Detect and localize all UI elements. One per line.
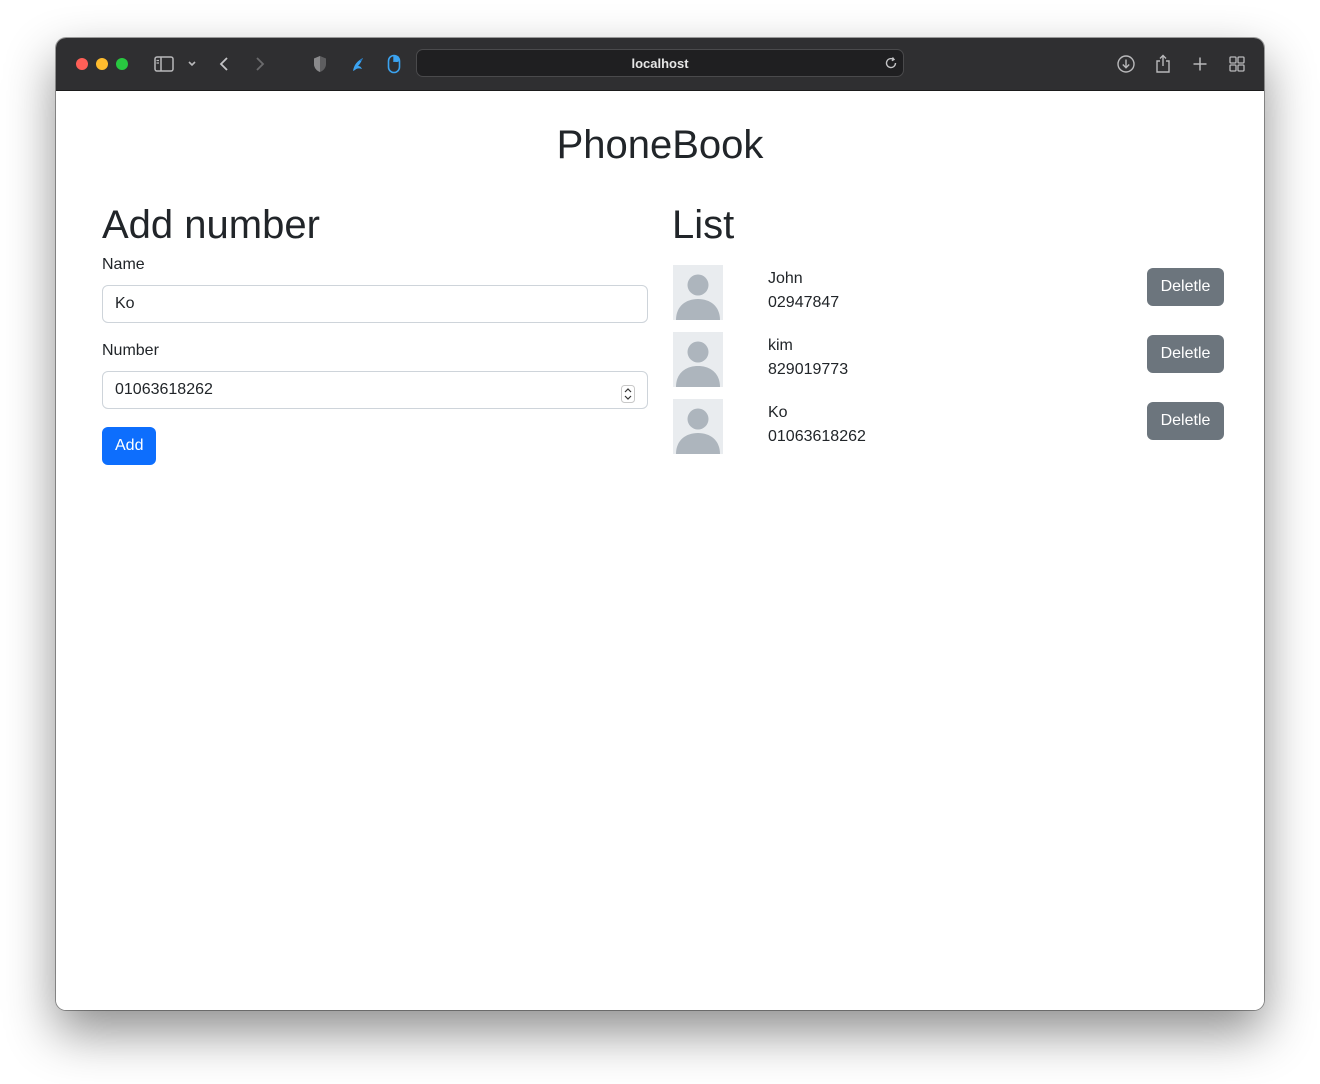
tab-overview-icon[interactable] (1225, 52, 1249, 76)
contact-name: John (768, 270, 803, 287)
chevron-down-icon[interactable] (180, 52, 204, 76)
name-input-value: Ko (115, 295, 135, 312)
bird-extension-icon[interactable] (346, 52, 370, 76)
contact-info: kim 829019773 (768, 334, 848, 382)
delete-button[interactable]: Deletle (1147, 268, 1224, 306)
page-content: PhoneBook Add number Name Ko Number 0106… (56, 91, 1264, 1010)
list-heading: List (672, 203, 735, 247)
add-number-form: Add number Name Ko Number 01063618262 Ad… (102, 201, 648, 465)
list-item: John 02947847 Deletle (672, 265, 1224, 332)
add-number-heading: Add number (102, 203, 320, 247)
name-label: Name (102, 256, 145, 273)
number-label: Number (102, 342, 159, 359)
minimize-window-button[interactable] (96, 58, 108, 70)
sidebar-icon[interactable] (152, 52, 176, 76)
contact-number: 02947847 (768, 294, 840, 311)
phone-list-section: List John 02947847 Deletle kim 829019773… (672, 201, 1224, 466)
browser-toolbar: localhost (56, 38, 1264, 91)
list-item: kim 829019773 Deletle (672, 332, 1224, 399)
reload-icon[interactable] (883, 55, 899, 71)
contact-info: John 02947847 (768, 267, 839, 315)
share-icon[interactable] (1151, 52, 1175, 76)
number-group: Number 01063618262 (102, 341, 648, 409)
contact-name: kim (768, 337, 793, 354)
address-bar[interactable]: localhost (416, 49, 904, 77)
avatar-icon (673, 265, 723, 320)
contact-list: John 02947847 Deletle kim 829019773 Dele… (672, 265, 1224, 466)
name-group: Name Ko (102, 255, 648, 323)
forward-icon[interactable] (248, 52, 272, 76)
browser-window: localhost PhoneBook Add number Name Ko N… (56, 38, 1264, 1010)
delete-button[interactable]: Deletle (1147, 335, 1224, 373)
contact-info: Ko 01063618262 (768, 401, 866, 449)
contact-number: 829019773 (768, 361, 849, 378)
number-input[interactable]: 01063618262 (102, 371, 648, 409)
download-icon[interactable] (1114, 52, 1138, 76)
avatar-icon (673, 332, 723, 387)
contact-number: 01063618262 (768, 428, 866, 445)
contact-name: Ko (768, 404, 788, 421)
add-button[interactable]: Add (102, 427, 157, 465)
avatar-icon (673, 399, 723, 454)
close-window-button[interactable] (76, 58, 88, 70)
number-stepper[interactable] (621, 381, 635, 403)
plus-icon[interactable] (1188, 52, 1212, 76)
number-input-value: 01063618262 (115, 381, 213, 398)
delete-button[interactable]: Deletle (1147, 402, 1224, 440)
shield-icon[interactable] (308, 52, 332, 76)
maximize-window-button[interactable] (116, 58, 128, 70)
back-icon[interactable] (212, 52, 236, 76)
list-item: Ko 01063618262 Deletle (672, 399, 1224, 466)
page-title: PhoneBook (556, 123, 764, 167)
name-input[interactable]: Ko (102, 285, 648, 323)
mouse-extension-icon[interactable] (382, 52, 406, 76)
address-url: localhost (631, 56, 689, 71)
